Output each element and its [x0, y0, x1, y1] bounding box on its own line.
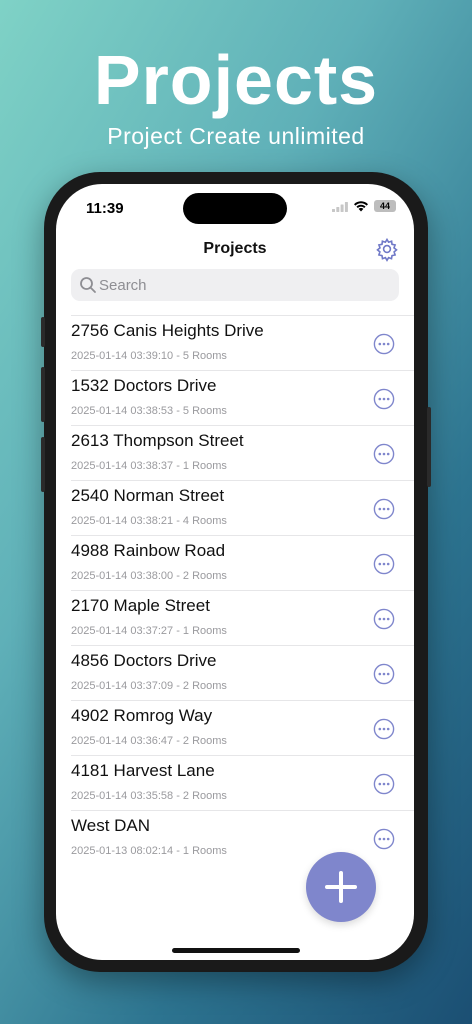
project-meta: 2025-01-14 03:39:10 - 5 Rooms	[71, 350, 227, 362]
project-meta: 2025-01-14 03:38:37 - 1 Rooms	[71, 460, 227, 472]
project-name: 2613 Thompson Street	[71, 431, 244, 450]
project-name: 4181 Harvest Lane	[71, 761, 215, 780]
project-name: 4902 Romrog Way	[71, 706, 213, 725]
gear-icon	[376, 237, 398, 262]
list-item[interactable]: 4988 Rainbow Road 2025-01-14 03:38:00 - …	[71, 535, 414, 590]
project-list: 2756 Canis Heights Drive 2025-01-14 03:3…	[71, 315, 414, 865]
ellipsis-circle-icon	[373, 718, 395, 740]
ellipsis-circle-icon	[373, 828, 395, 850]
ellipsis-circle-icon	[373, 553, 395, 575]
more-options-button[interactable]	[373, 828, 395, 850]
project-name: 2756 Canis Heights Drive	[71, 321, 264, 340]
home-indicator	[172, 948, 300, 953]
phone-frame: 11:39 44 Projects Search 2756 Canis Heig…	[41, 172, 431, 972]
search-bar	[71, 269, 399, 301]
project-name: 1532 Doctors Drive	[71, 376, 217, 395]
project-meta: 2025-01-14 03:37:27 - 1 Rooms	[71, 625, 227, 637]
ellipsis-circle-icon	[373, 333, 395, 355]
list-item[interactable]: 4902 Romrog Way 2025-01-14 03:36:47 - 2 …	[71, 700, 414, 755]
more-options-button[interactable]	[373, 553, 395, 575]
hero-subtitle: Project Create unlimited	[107, 123, 365, 149]
status-bar: 11:39 44	[56, 184, 414, 234]
list-item[interactable]: West DAN 2025-01-13 08:02:14 - 1 Rooms	[71, 810, 414, 865]
add-project-button[interactable]	[306, 852, 376, 922]
phone-volume-up-button	[41, 367, 45, 422]
plus-icon	[325, 871, 357, 903]
app-screen: 11:39 44 Projects Search 2756 Canis Heig…	[56, 184, 414, 960]
project-meta: 2025-01-14 03:35:58 - 2 Rooms	[71, 790, 227, 802]
list-item[interactable]: 1532 Doctors Drive 2025-01-14 03:38:53 -…	[71, 370, 414, 425]
battery-icon: 44	[374, 200, 396, 212]
project-name: 4988 Rainbow Road	[71, 541, 226, 560]
ellipsis-circle-icon	[373, 608, 395, 630]
project-name: West DAN	[71, 816, 151, 835]
project-meta: 2025-01-14 03:36:47 - 2 Rooms	[71, 735, 227, 747]
hero-title: Projects	[93, 41, 379, 119]
project-meta: 2025-01-14 03:38:21 - 4 Rooms	[71, 515, 227, 527]
list-item[interactable]: 4181 Harvest Lane 2025-01-14 03:35:58 - …	[71, 755, 414, 810]
search-icon	[80, 277, 96, 293]
dynamic-island	[183, 193, 287, 224]
ellipsis-circle-icon	[373, 498, 395, 520]
more-options-button[interactable]	[373, 663, 395, 685]
list-item[interactable]: 4856 Doctors Drive 2025-01-14 03:37:09 -…	[71, 645, 414, 700]
more-options-button[interactable]	[373, 773, 395, 795]
project-meta: 2025-01-13 08:02:14 - 1 Rooms	[71, 845, 227, 857]
phone-action-button	[41, 317, 45, 347]
ellipsis-circle-icon	[373, 443, 395, 465]
project-name: 2170 Maple Street	[71, 596, 210, 615]
search-input[interactable]	[99, 269, 389, 301]
list-item[interactable]: 2756 Canis Heights Drive 2025-01-14 03:3…	[71, 315, 414, 370]
ellipsis-circle-icon	[373, 388, 395, 410]
list-item[interactable]: 2540 Norman Street 2025-01-14 03:38:21 -…	[71, 480, 414, 535]
more-options-button[interactable]	[373, 498, 395, 520]
phone-power-button	[427, 407, 431, 487]
settings-button[interactable]	[374, 236, 400, 262]
list-item[interactable]: 2170 Maple Street 2025-01-14 03:37:27 - …	[71, 590, 414, 645]
status-time: 11:39	[86, 200, 124, 217]
wifi-icon	[354, 201, 368, 212]
project-meta: 2025-01-14 03:38:53 - 5 Rooms	[71, 405, 227, 417]
signal-icon	[332, 201, 348, 212]
project-meta: 2025-01-14 03:38:00 - 2 Rooms	[71, 570, 227, 582]
ellipsis-circle-icon	[373, 663, 395, 685]
list-item[interactable]: 2613 Thompson Street 2025-01-14 03:38:37…	[71, 425, 414, 480]
more-options-button[interactable]	[373, 333, 395, 355]
page-title: Projects	[203, 240, 267, 257]
project-name: 4856 Doctors Drive	[71, 651, 217, 670]
nav-bar: Projects	[56, 234, 414, 268]
more-options-button[interactable]	[373, 388, 395, 410]
ellipsis-circle-icon	[373, 773, 395, 795]
project-name: 2540 Norman Street	[71, 486, 225, 505]
more-options-button[interactable]	[373, 718, 395, 740]
status-icons: 44	[332, 200, 396, 212]
more-options-button[interactable]	[373, 608, 395, 630]
more-options-button[interactable]	[373, 443, 395, 465]
project-meta: 2025-01-14 03:37:09 - 2 Rooms	[71, 680, 227, 692]
phone-volume-down-button	[41, 437, 45, 492]
